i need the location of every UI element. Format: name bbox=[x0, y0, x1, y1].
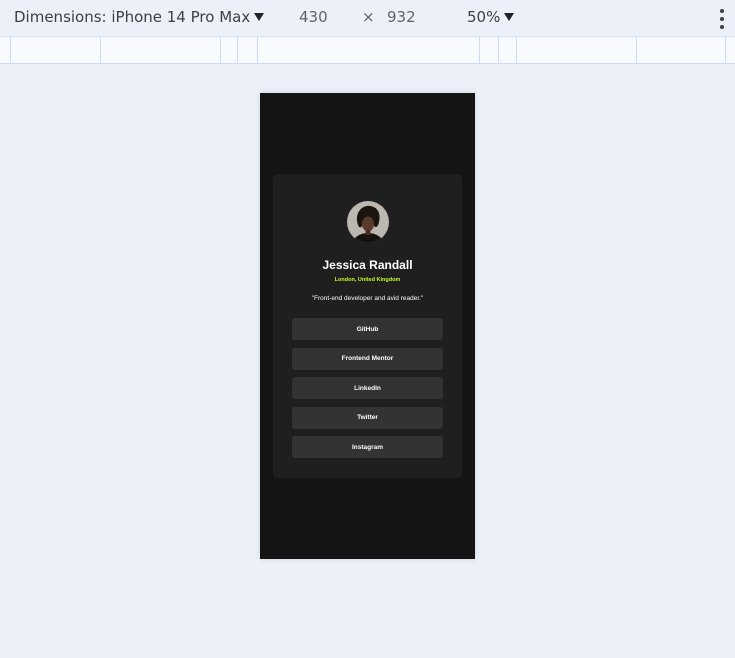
profile-location: London, United Kingdom bbox=[334, 277, 401, 283]
times-icon: × bbox=[362, 8, 375, 26]
github-link-button[interactable]: GitHub bbox=[292, 318, 443, 340]
media-query-ruler[interactable] bbox=[0, 36, 735, 64]
device-selector[interactable]: Dimensions: iPhone 14 Pro Max bbox=[14, 8, 265, 26]
device-label: Dimensions: iPhone 14 Pro Max bbox=[14, 8, 251, 26]
zoom-label: 50% bbox=[467, 8, 501, 26]
height-input[interactable]: 932 bbox=[387, 8, 416, 26]
caret-down-icon bbox=[254, 13, 265, 21]
twitter-link-button[interactable]: Twitter bbox=[292, 406, 443, 429]
social-links: GitHub Frontend Mentor LinkedIn Twitter … bbox=[292, 318, 443, 466]
frontend-mentor-link-button[interactable]: Frontend Mentor bbox=[292, 347, 443, 370]
avatar bbox=[347, 201, 389, 243]
width-input[interactable]: 430 bbox=[299, 8, 328, 26]
profile-name: Jessica Randall bbox=[322, 258, 413, 272]
more-options-icon[interactable] bbox=[718, 9, 726, 29]
linkedin-link-button[interactable]: LinkedIn bbox=[292, 377, 443, 399]
profile-card: Jessica Randall London, United Kingdom "… bbox=[273, 174, 462, 478]
zoom-selector[interactable]: 50% bbox=[467, 8, 515, 26]
instagram-link-button[interactable]: Instagram bbox=[292, 436, 443, 458]
device-viewport: Jessica Randall London, United Kingdom "… bbox=[260, 93, 475, 559]
devtools-device-toolbar: Dimensions: iPhone 14 Pro Max 430 × 932 … bbox=[0, 0, 735, 36]
caret-down-icon bbox=[504, 13, 515, 21]
profile-bio: "Front-end developer and avid reader." bbox=[311, 295, 424, 302]
